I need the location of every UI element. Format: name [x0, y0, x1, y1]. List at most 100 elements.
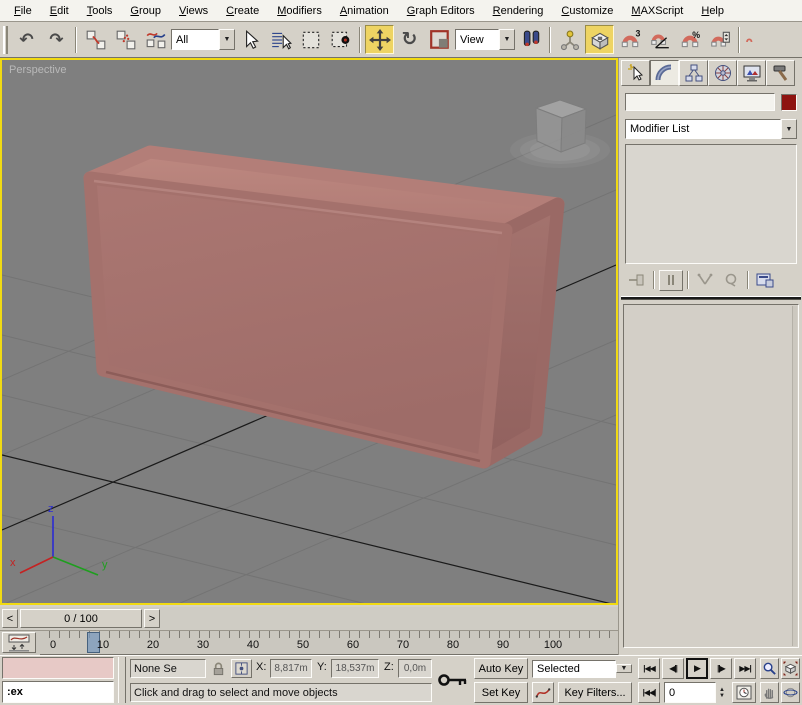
set-keys-button[interactable]	[436, 658, 470, 702]
window-crossing-button[interactable]	[326, 25, 355, 54]
maxscript-macro-recorder[interactable]	[2, 657, 114, 679]
object-color-swatch[interactable]	[781, 93, 797, 111]
viewport-label[interactable]: Perspective	[9, 64, 66, 76]
menu-graph-editors[interactable]: Graph Editors	[399, 3, 483, 19]
show-end-result-button[interactable]	[659, 269, 683, 291]
frame-spinner[interactable]: ▲ ▼	[716, 682, 728, 703]
default-tangent-button[interactable]	[532, 682, 554, 703]
key-mode-toggle-button[interactable]: |◀◀|	[638, 682, 660, 703]
select-and-scale-button[interactable]	[425, 25, 454, 54]
snaps-toggle-button[interactable]	[585, 25, 614, 54]
auto-key-button[interactable]: Auto Key	[474, 658, 528, 679]
menu-file[interactable]: File	[6, 3, 40, 19]
bind-to-space-warp-button[interactable]	[141, 25, 170, 54]
undo-button[interactable]: ↶	[12, 25, 41, 54]
menu-create[interactable]: Create	[218, 3, 267, 19]
select-object-button[interactable]	[236, 25, 265, 54]
z-value: 0,0m	[403, 663, 427, 674]
dropdown-arrow-icon[interactable]: ▼	[781, 119, 797, 139]
menu-tools[interactable]: Tools	[79, 3, 121, 19]
z-coordinate-field[interactable]: 0,0m	[398, 659, 432, 678]
open-mini-curve-editor-button[interactable]	[2, 632, 36, 653]
select-by-name-button[interactable]	[266, 25, 295, 54]
undo-icon: ↶	[19, 30, 34, 49]
select-and-manipulate-button[interactable]	[555, 25, 584, 54]
rollout-area[interactable]	[623, 304, 799, 648]
configure-modifier-sets-button[interactable]	[753, 270, 777, 291]
arc-rotate-button[interactable]	[781, 682, 800, 703]
menu-customize[interactable]: Customize	[553, 3, 621, 19]
pin-stack-button[interactable]	[625, 270, 649, 291]
menu-edit[interactable]: Edit	[42, 3, 77, 19]
set-key-button[interactable]: Set Key	[474, 682, 528, 703]
menu-views[interactable]: Views	[171, 3, 216, 19]
time-slider-next-button[interactable]: >	[144, 609, 160, 628]
menu-rendering[interactable]: Rendering	[485, 3, 552, 19]
go-to-start-button[interactable]: |◀◀	[638, 658, 660, 679]
selection-lock-toggle[interactable]	[210, 660, 227, 677]
menu-group[interactable]: Group	[122, 3, 169, 19]
time-configuration-button[interactable]	[732, 682, 756, 703]
rollout-scrollbar[interactable]	[792, 306, 797, 646]
tab-motion[interactable]	[708, 60, 737, 86]
object-name-field[interactable]	[625, 93, 775, 111]
absolute-offset-mode-toggle[interactable]	[231, 659, 252, 678]
x-coordinate-field[interactable]: 8,817m	[270, 659, 312, 678]
toolbar-clipped-button[interactable]	[744, 25, 756, 54]
viewport-canvas[interactable]: z x y	[2, 60, 616, 603]
angle-snap-button[interactable]	[645, 25, 674, 54]
select-and-link-button[interactable]	[81, 25, 110, 54]
timeline-ruler[interactable]: 0 10 20 30 40 50 60 70 80 90 100	[40, 631, 618, 655]
snap-toggle-3d-button[interactable]: 3	[615, 25, 644, 54]
selection-filter-dropdown[interactable]: All ▼	[171, 29, 235, 50]
use-pivot-point-center-button[interactable]	[516, 25, 545, 54]
modifier-stack-list[interactable]	[625, 144, 797, 264]
listener-splitter[interactable]	[118, 657, 126, 703]
menu-modifiers[interactable]: Modifiers	[269, 3, 330, 19]
menu-maxscript[interactable]: MAXScript	[623, 3, 691, 19]
selection-region-button[interactable]	[296, 25, 325, 54]
zoom-extents-button[interactable]	[781, 658, 800, 679]
modifier-list-dropdown[interactable]: Modifier List ▼	[625, 119, 797, 139]
chamferbox-object[interactable]	[83, 145, 565, 469]
time-slider-prev-button[interactable]: <	[2, 609, 18, 628]
tab-utilities[interactable]	[766, 60, 795, 86]
unlink-selection-button[interactable]	[111, 25, 140, 54]
spinner-snap-button[interactable]	[705, 25, 734, 54]
modifier-stack-buttons	[623, 268, 799, 292]
key-filters-button[interactable]: Key Filters...	[558, 682, 632, 703]
tab-hierarchy[interactable]	[679, 60, 708, 86]
pan-view-button[interactable]	[760, 682, 779, 703]
select-and-move-button[interactable]	[365, 25, 394, 54]
go-to-end-button[interactable]: ▶▶|	[734, 658, 756, 679]
y-coordinate-field[interactable]: 18,537m	[331, 659, 379, 678]
current-frame-field[interactable]: 0	[664, 682, 716, 703]
dropdown-arrow-icon[interactable]: ▼	[219, 29, 235, 50]
key-mode-dropdown[interactable]: Selected ▼	[532, 658, 632, 679]
remove-modifier-button[interactable]	[719, 270, 743, 291]
tab-create[interactable]	[621, 60, 650, 86]
select-and-rotate-button[interactable]: ↻	[395, 25, 424, 54]
spinner-down-icon[interactable]: ▼	[719, 693, 725, 699]
zoom-button[interactable]	[760, 658, 779, 679]
toolbar-grip[interactable]	[3, 25, 8, 54]
status-bar: :ex None Se X: 8,817m Y: 18,537m Z: 0,0m…	[0, 655, 802, 705]
dropdown-arrow-icon[interactable]: ▼	[499, 29, 515, 50]
time-slider-handle[interactable]: 0 / 100	[20, 609, 142, 628]
redo-button[interactable]: ↷	[42, 25, 71, 54]
tab-modify[interactable]	[650, 60, 679, 86]
menu-help[interactable]: Help	[693, 3, 732, 19]
coordinate-system-value: View	[455, 29, 499, 50]
make-unique-button[interactable]	[693, 270, 717, 291]
previous-frame-button[interactable]: ◀||	[662, 658, 684, 679]
tab-display[interactable]	[737, 60, 766, 86]
percent-snap-button[interactable]: %	[675, 25, 704, 54]
menu-animation[interactable]: Animation	[332, 3, 397, 19]
viewcube[interactable]	[510, 99, 610, 168]
next-frame-button[interactable]: ||▶	[710, 658, 732, 679]
maxscript-mini-listener[interactable]: :ex	[2, 681, 114, 703]
dropdown-arrow-icon[interactable]: ▼	[616, 664, 632, 673]
play-button[interactable]: ▶	[686, 658, 708, 679]
viewport-perspective[interactable]: z x y Perspective	[0, 58, 618, 605]
reference-coordinate-system-dropdown[interactable]: View ▼	[455, 29, 515, 50]
